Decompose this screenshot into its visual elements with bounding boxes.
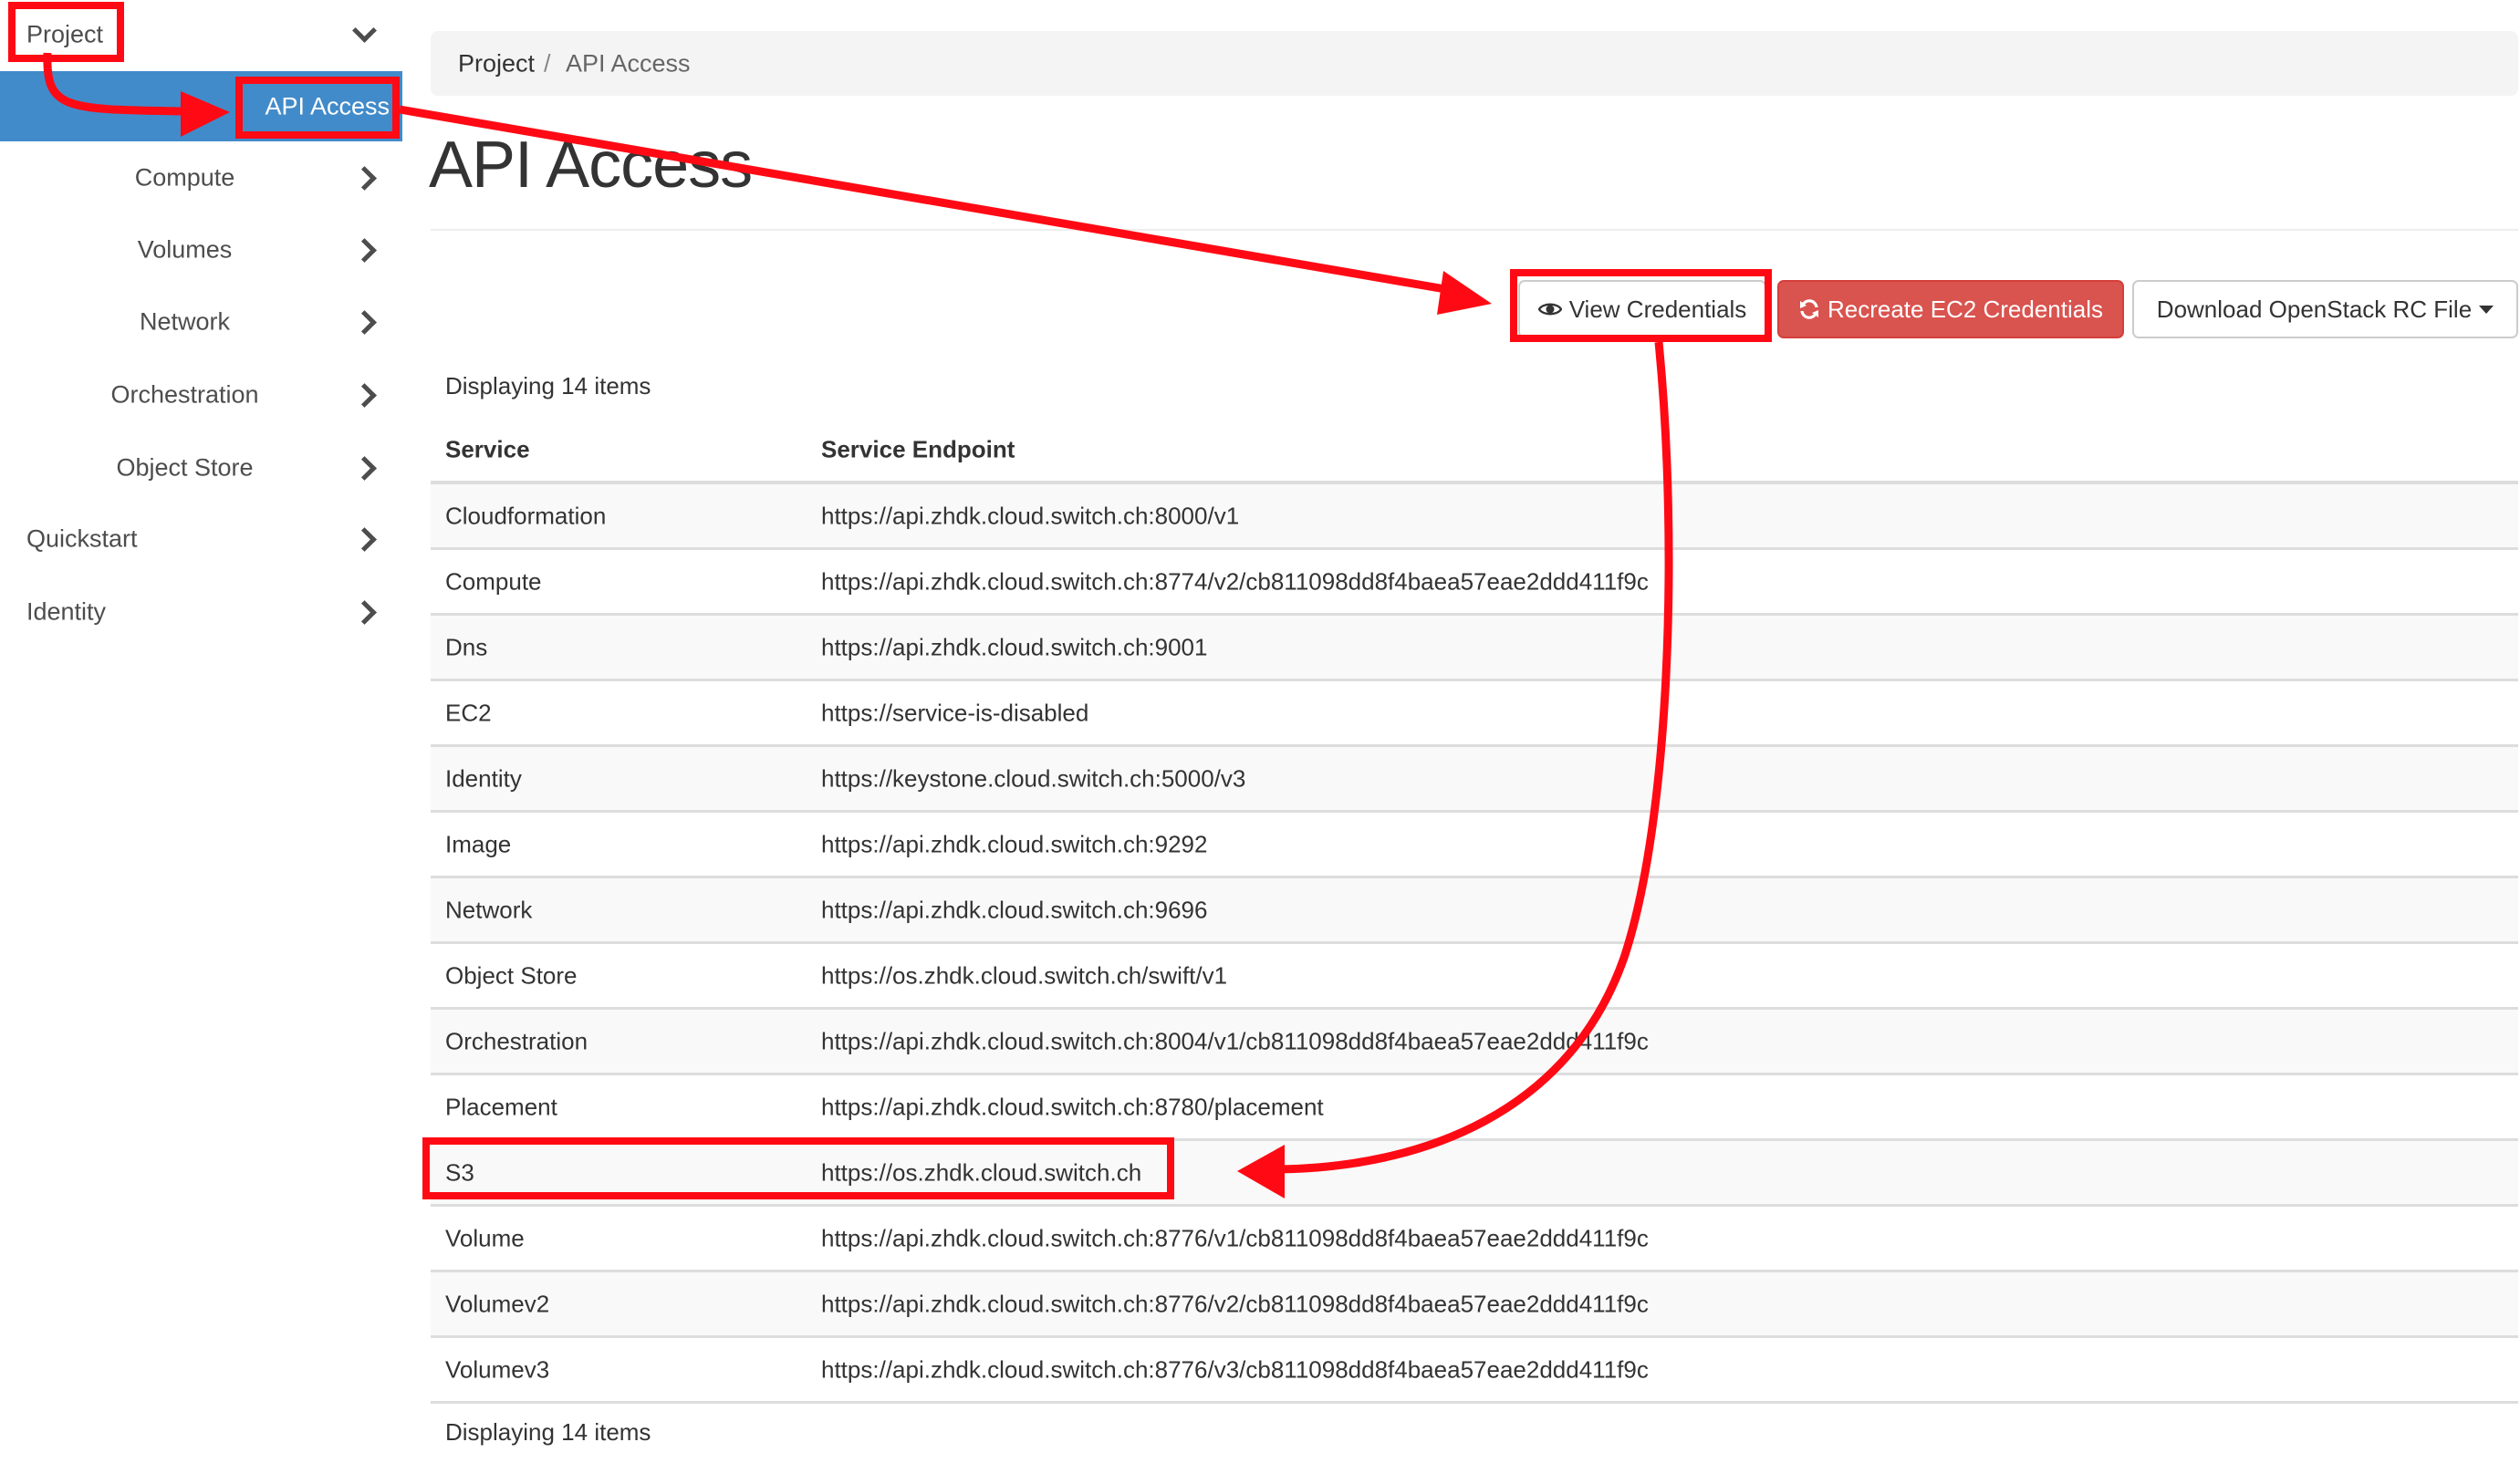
sidebar-item-label: API Access (265, 92, 390, 119)
table-row: Orchestration https://api.zhdk.cloud.swit… (431, 1010, 2518, 1075)
service-name: Placement (445, 1093, 557, 1120)
refresh-icon (1798, 298, 1820, 320)
item-count-bottom: Displaying 14 items (445, 1418, 651, 1446)
eye-icon (1537, 301, 1562, 317)
sidebar-item-object-store[interactable]: Object Store (0, 435, 402, 501)
table-row: Network https://api.zhdk.cloud.switch.ch:… (431, 878, 2518, 944)
chevron-down-icon (352, 18, 377, 43)
breadcrumb: Project / API Access (431, 31, 2518, 96)
page-title: API Access (429, 129, 753, 202)
service-endpoint: https://api.zhdk.cloud.switch.ch:9696 (821, 896, 1208, 923)
recreate-ec2-label: Recreate EC2 Credentials (1827, 295, 2104, 323)
sidebar-item-label: Volumes (137, 235, 233, 264)
table-row: Compute https://api.zhdk.cloud.switch.ch:… (431, 550, 2518, 616)
service-endpoint: https://os.zhdk.cloud.switch.ch/swift/v1 (821, 961, 1228, 989)
service-name: EC2 (445, 699, 492, 726)
column-header-service: Service (445, 435, 530, 462)
service-name: Network (445, 896, 533, 923)
chevron-right-icon (352, 527, 377, 552)
sidebar: Project API Access Compute Volumes Netwo… (0, 0, 402, 1463)
endpoints-table: Service Service Endpoint Cloudformation h… (431, 418, 2518, 1404)
service-name: Object Store (445, 961, 578, 989)
breadcrumb-current: API Access (566, 49, 691, 77)
service-endpoint: https://api.zhdk.cloud.switch.ch:8004/v1… (821, 1027, 1649, 1054)
service-name: Identity (445, 764, 522, 792)
table-row: EC2 https://service-is-disabled (431, 681, 2518, 747)
service-name: Volumev3 (445, 1355, 550, 1383)
service-endpoint: https://api.zhdk.cloud.switch.ch:8776/v2… (821, 1290, 1649, 1317)
download-rc-label: Download OpenStack RC File (2156, 295, 2473, 323)
chevron-right-icon (352, 600, 377, 625)
sidebar-item-label: Object Store (116, 453, 254, 482)
download-openstack-rc-file-dropdown[interactable]: Download OpenStack RC File (2132, 280, 2518, 338)
service-name: Dns (445, 633, 488, 660)
service-name: Image (445, 830, 512, 857)
caret-down-icon (2479, 305, 2494, 314)
sidebar-item-label: Project (26, 20, 104, 48)
service-endpoint: https://api.zhdk.cloud.switch.ch:9292 (821, 830, 1208, 857)
service-name: Cloudformation (445, 502, 607, 529)
service-endpoint: https://api.zhdk.cloud.switch.ch:8000/v1 (821, 502, 1240, 529)
breadcrumb-project-link[interactable]: Project (458, 49, 535, 78)
table-row: Placement https://api.zhdk.cloud.switch.c… (431, 1075, 2518, 1141)
table-row: Identity https://keystone.cloud.switch.ch… (431, 747, 2518, 813)
sidebar-item-label: Network (139, 307, 231, 336)
view-credentials-label: View Credentials (1568, 295, 1747, 323)
sidebar-item-network[interactable]: Network (0, 289, 402, 355)
service-name: Compute (445, 567, 542, 595)
view-credentials-button[interactable]: View Credentials (1518, 280, 1766, 338)
sidebar-item-compute[interactable]: Compute (0, 145, 402, 211)
service-name: Volumev2 (445, 1290, 550, 1317)
sidebar-item-label: Identity (26, 597, 107, 626)
breadcrumb-separator: / (544, 49, 551, 77)
table-row: Volume https://api.zhdk.cloud.switch.ch:8… (431, 1207, 2518, 1272)
service-endpoint: https://api.zhdk.cloud.switch.ch:8780/pl… (821, 1093, 1324, 1120)
annotation-arrowhead (1437, 271, 1492, 315)
service-endpoint: https://service-is-disabled (821, 699, 1089, 726)
sidebar-item-orchestration[interactable]: Orchestration (0, 362, 402, 428)
service-endpoint: https://os.zhdk.cloud.switch.ch (821, 1158, 1142, 1186)
sidebar-item-quickstart[interactable]: Quickstart (0, 506, 402, 572)
service-name: Orchestration (445, 1027, 588, 1054)
service-endpoint: https://api.zhdk.cloud.switch.ch:9001 (821, 633, 1208, 660)
table-row: S3 https://os.zhdk.cloud.switch.ch (431, 1141, 2518, 1207)
sidebar-item-label: Orchestration (110, 380, 259, 409)
service-name: S3 (445, 1158, 474, 1186)
recreate-ec2-credentials-button[interactable]: Recreate EC2 Credentials (1777, 280, 2124, 338)
table-row: Object Store https://os.zhdk.cloud.switch… (431, 944, 2518, 1010)
table-header: Service Service Endpoint (431, 418, 2518, 484)
table-row: Image https://api.zhdk.cloud.switch.ch:92… (431, 813, 2518, 878)
table-body: Cloudformation https://api.zhdk.cloud.swi… (431, 484, 2518, 1404)
table-row: Cloudformation https://api.zhdk.cloud.swi… (431, 484, 2518, 550)
title-divider (431, 229, 2518, 231)
service-endpoint: https://keystone.cloud.switch.ch:5000/v3 (821, 764, 1246, 792)
column-header-endpoint: Service Endpoint (821, 435, 1015, 462)
table-row: Volumev3 https://api.zhdk.cloud.switch.ch… (431, 1338, 2518, 1404)
sidebar-item-volumes[interactable]: Volumes (0, 217, 402, 283)
service-name: Volume (445, 1224, 525, 1251)
table-row: Dns https://api.zhdk.cloud.switch.ch:9001 (431, 616, 2518, 681)
sidebar-item-label: Quickstart (26, 524, 138, 553)
service-endpoint: https://api.zhdk.cloud.switch.ch:8776/v1… (821, 1224, 1649, 1251)
table-row: Volumev2 https://api.zhdk.cloud.switch.ch… (431, 1272, 2518, 1338)
sidebar-item-identity[interactable]: Identity (0, 579, 402, 645)
item-count-top: Displaying 14 items (445, 372, 651, 399)
sidebar-item-project[interactable]: Project (0, 2, 402, 67)
sidebar-item-label: Compute (134, 163, 235, 192)
sidebar-item-api-access[interactable]: API Access (0, 71, 402, 141)
service-endpoint: https://api.zhdk.cloud.switch.ch:8774/v2… (821, 567, 1649, 595)
service-endpoint: https://api.zhdk.cloud.switch.ch:8776/v3… (821, 1355, 1649, 1383)
